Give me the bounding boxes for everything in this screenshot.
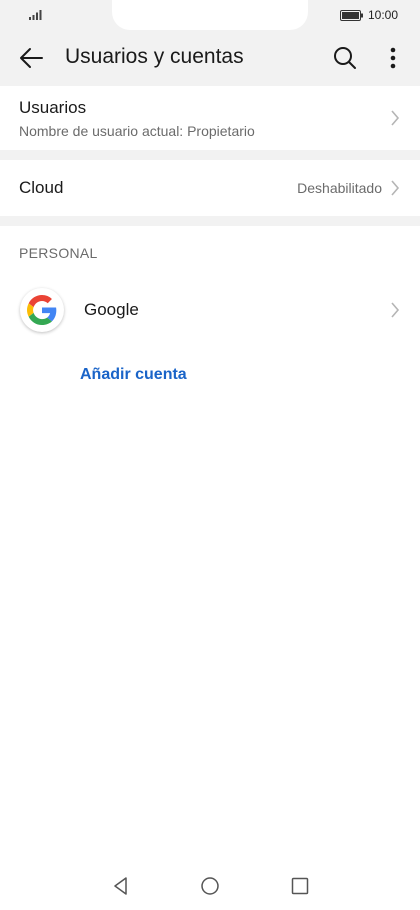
chevron-right-icon (391, 180, 400, 196)
back-button[interactable] (16, 44, 46, 72)
account-row-google[interactable]: Google (0, 282, 420, 338)
camera-notch (112, 0, 308, 30)
personal-section: PERSONAL Google Añadir cuenta (0, 226, 420, 872)
cloud-row[interactable]: Cloud Deshabilitado (0, 160, 420, 216)
cloud-row-title: Cloud (19, 178, 64, 197)
page-title: Usuarios y cuentas (65, 45, 244, 68)
account-label: Google (84, 300, 139, 319)
more-options-button[interactable] (381, 43, 405, 73)
nav-recents-icon[interactable] (290, 876, 310, 896)
cloud-status-value: Deshabilitado (297, 180, 382, 196)
users-row-title: Usuarios (19, 98, 87, 117)
more-vert-icon (390, 47, 396, 69)
search-icon (334, 47, 356, 69)
status-time: 10:00 (367, 8, 398, 22)
users-row[interactable]: Usuarios Nombre de usuario actual: Propi… (0, 86, 420, 150)
system-nav-bar (0, 872, 420, 910)
status-bar: 10:00 (0, 0, 420, 30)
chevron-right-icon (391, 302, 400, 318)
nav-home-icon[interactable] (200, 876, 220, 896)
search-button[interactable] (330, 43, 360, 73)
arrow-left-icon (20, 48, 43, 68)
battery-icon (339, 9, 363, 21)
status-right: 10:00 (339, 7, 398, 23)
users-row-subtitle: Nombre de usuario actual: Propietario (19, 123, 255, 139)
signal-icon (29, 10, 42, 20)
add-account-button[interactable]: Añadir cuenta (80, 366, 187, 384)
chevron-right-icon (391, 110, 400, 126)
section-header: PERSONAL (19, 245, 98, 261)
nav-back-icon[interactable] (111, 876, 131, 896)
google-icon (20, 288, 64, 332)
app-toolbar: Usuarios y cuentas (0, 30, 420, 86)
